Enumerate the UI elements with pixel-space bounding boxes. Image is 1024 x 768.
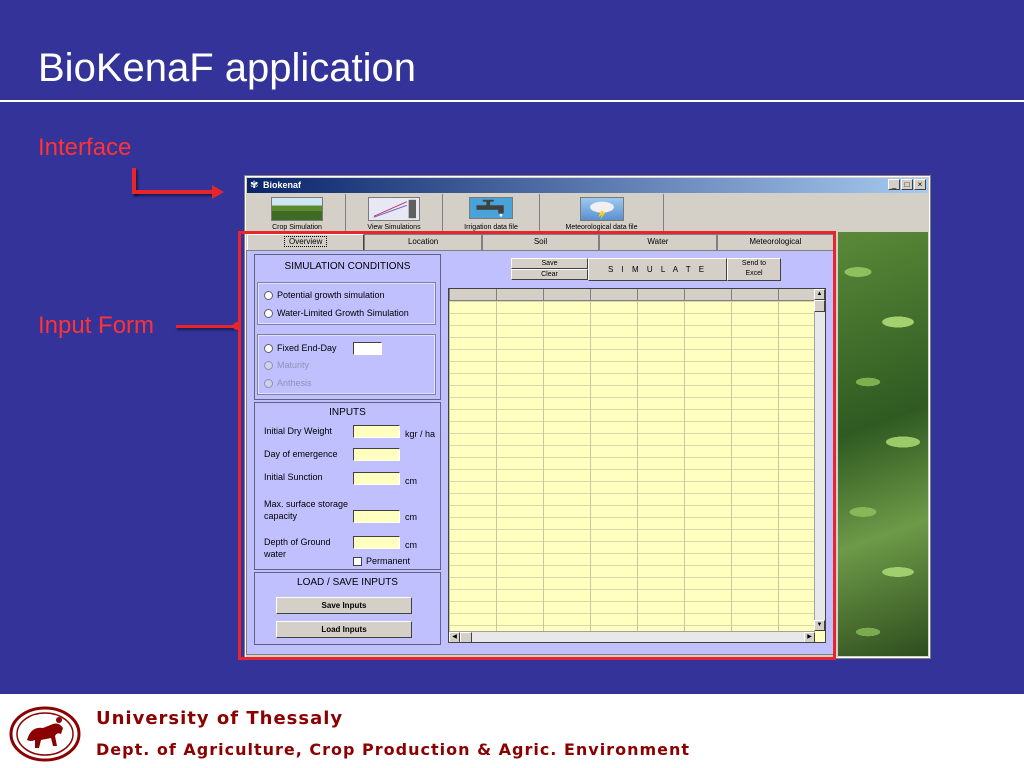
cm-unit: cm xyxy=(405,540,417,550)
scroll-thumb[interactable] xyxy=(814,300,825,312)
scroll-left-icon[interactable]: ◀ xyxy=(449,632,460,642)
tab-soil[interactable]: Soil xyxy=(481,234,600,250)
slide-title: BioKenaF application xyxy=(38,46,417,90)
tab-water[interactable]: Water xyxy=(599,234,717,250)
maximize-icon[interactable]: □ xyxy=(901,179,913,190)
interface-label: Interface xyxy=(38,134,132,161)
input-form-label: Input Form xyxy=(38,312,155,339)
crop-simulation-button[interactable]: Crop Simulation xyxy=(249,194,346,232)
window-title: Biokenaf xyxy=(263,180,302,190)
inputs-title: INPUTS xyxy=(329,407,366,418)
radio-icon xyxy=(264,360,273,370)
minimize-icon[interactable]: _ xyxy=(888,179,900,190)
kgr-ha-unit: kgr / ha xyxy=(405,429,436,439)
clear-button[interactable]: Clear xyxy=(511,269,588,280)
cm-unit: cm xyxy=(405,512,417,522)
vertical-scrollbar[interactable]: ▲ ▼ xyxy=(814,289,825,631)
save-inputs-button[interactable]: Save Inputs xyxy=(276,597,412,614)
simulate-button[interactable]: S I M U L A T E xyxy=(588,258,727,281)
input-form-pointer-dot xyxy=(233,322,241,330)
faucet-icon xyxy=(469,197,513,219)
interface-arrow-head-icon xyxy=(212,185,224,199)
scroll-down-icon[interactable]: ▼ xyxy=(814,620,825,631)
window-controls: _ □ × xyxy=(888,179,926,190)
university-logo-icon xyxy=(9,706,81,762)
day-of-emergence-label: Day of emergence xyxy=(264,449,338,459)
department-name: Dept. of Agriculture, Crop Production & … xyxy=(96,740,691,759)
permanent-checkbox[interactable]: Permanent xyxy=(353,556,410,566)
depth-ground-water-input[interactable] xyxy=(353,536,400,549)
crop-field-icon xyxy=(271,197,323,221)
close-icon[interactable]: × xyxy=(914,179,926,190)
cm-unit: cm xyxy=(405,476,417,486)
initial-dry-weight-label: Initial Dry Weight xyxy=(264,426,332,436)
max-surface-storage-input[interactable] xyxy=(353,510,400,523)
tab-strip: Overview Location Soil Water Meteorologi… xyxy=(247,234,835,250)
tab-location[interactable]: Location xyxy=(364,234,482,250)
scroll-right-icon[interactable]: ▶ xyxy=(804,632,815,642)
max-surface-storage-label-1: Max. surface storage xyxy=(264,499,349,509)
initial-dry-weight-input[interactable] xyxy=(353,425,400,438)
day-of-emergence-input[interactable] xyxy=(353,448,400,461)
university-name: University of Thessaly xyxy=(96,708,344,729)
depth-ground-water-label-1: Depth of Ground xyxy=(264,537,331,547)
chart-icon xyxy=(368,197,420,221)
scroll-up-icon[interactable]: ▲ xyxy=(814,289,825,300)
radio-icon xyxy=(264,290,273,300)
anthesis-radio: Anthesis xyxy=(264,378,312,388)
title-divider xyxy=(0,100,1024,102)
initial-sunction-label: Initial Sunction xyxy=(264,472,323,482)
maturity-radio: Maturity xyxy=(264,360,309,370)
kenaf-plant-photo xyxy=(838,232,928,656)
grid-cells xyxy=(449,301,815,631)
input-form-pointer-line xyxy=(176,325,238,328)
simulation-conditions-title: SIMULATION CONDITIONS xyxy=(284,261,411,272)
radio-icon xyxy=(264,308,273,318)
load-inputs-button[interactable]: Load Inputs xyxy=(276,621,412,638)
tab-overview[interactable]: Overview xyxy=(247,234,365,250)
fixed-end-day-radio[interactable]: Fixed End-Day xyxy=(264,343,337,353)
hscroll-thumb[interactable] xyxy=(460,632,472,642)
results-grid[interactable]: ▲ ▼ ◀ ▶ xyxy=(448,288,826,643)
potential-growth-radio[interactable]: Potential growth simulation xyxy=(264,290,385,300)
load-save-title: LOAD / SAVE INPUTS xyxy=(297,577,398,588)
radio-icon xyxy=(264,343,273,353)
fixed-end-day-input[interactable] xyxy=(353,342,382,355)
max-surface-storage-label-2: capacity xyxy=(264,511,298,521)
save-button[interactable]: Save xyxy=(511,258,588,269)
window-titlebar[interactable]: ✾ Biokenaf _ □ × xyxy=(247,178,928,193)
weather-icon xyxy=(579,197,624,221)
horizontal-scrollbar[interactable]: ◀ ▶ xyxy=(449,631,815,642)
send-to-excel-button[interactable]: Send to Excel xyxy=(727,258,781,281)
grid-header xyxy=(449,289,815,301)
irrigation-data-button[interactable]: Irrigation data file xyxy=(443,194,540,232)
depth-ground-water-label-2: water xyxy=(264,549,287,559)
app-toolbar: Crop Simulation View Simulations Irrigat… xyxy=(249,194,669,232)
water-limited-radio[interactable]: Water-Limited Growth Simulation xyxy=(264,308,409,318)
meteorological-data-button[interactable]: Meteorological data file xyxy=(540,194,664,232)
radio-icon xyxy=(264,378,273,388)
view-simulations-button[interactable]: View Simulations xyxy=(346,194,443,232)
checkbox-icon xyxy=(353,556,362,566)
initial-sunction-input[interactable] xyxy=(353,472,400,485)
app-icon: ✾ xyxy=(250,180,259,191)
interface-arrow-shaft xyxy=(132,190,214,194)
tab-meteorological[interactable]: Meteorological xyxy=(716,234,835,250)
